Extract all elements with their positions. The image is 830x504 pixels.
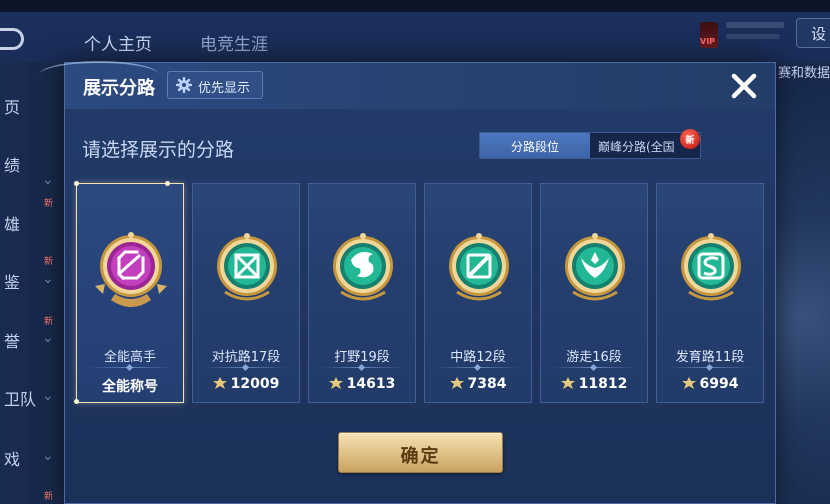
priority-display-label: 优先显示 (198, 81, 251, 96)
score-value: 7384 (467, 376, 507, 392)
divider (205, 363, 287, 372)
background-right-text: 赛和数据展 (778, 66, 830, 81)
divider (321, 363, 403, 372)
chevron-down-icon: ⌄ (42, 388, 54, 404)
jungle-icon (333, 233, 393, 301)
lane-name: 对抗路17段 (211, 350, 281, 365)
lane-score: 7384 (425, 376, 531, 392)
dialog-subtitle: 请选择展示的分路 (82, 139, 235, 161)
gear-icon (176, 77, 192, 93)
sidebar-item[interactable]: 戏 (4, 446, 20, 470)
lane-card-roam[interactable]: 游走16段 11812 (540, 183, 648, 403)
farm-lane-icon (681, 233, 741, 301)
divider (89, 363, 171, 372)
corner-dot (74, 181, 79, 186)
roam-icon (565, 233, 625, 301)
divider (553, 363, 635, 372)
lane-name: 全能高手 (103, 350, 156, 365)
new-badge: 新 (44, 317, 54, 327)
username-line (726, 22, 784, 28)
close-icon[interactable] (727, 69, 761, 103)
user-info[interactable]: VIP (700, 22, 790, 52)
lane-card-allround[interactable]: 全能高手 全能称号 (74, 181, 184, 404)
tab-lane-rank[interactable]: 分路段位 (480, 133, 590, 158)
score-value: 12009 (230, 376, 280, 392)
confirm-label: 确定 (400, 446, 441, 467)
back-icon[interactable] (0, 28, 24, 50)
score-value: 11812 (578, 376, 628, 392)
divider (669, 363, 751, 372)
new-badge: 新 (44, 257, 54, 267)
score-icon (449, 377, 464, 389)
score-icon (328, 377, 343, 389)
lane-name: 游走16段 (566, 350, 622, 365)
new-badge: 新 (44, 492, 54, 502)
lane-name: 发育路11段 (675, 350, 745, 365)
title-label: 全能称号 (102, 379, 158, 395)
lane-card-clash[interactable]: 对抗路17段 12009 (192, 183, 300, 403)
dialog-title: 展示分路 (83, 78, 155, 99)
tab-profile[interactable]: 个人主页 (84, 30, 152, 55)
lane-name: 打野19段 (334, 350, 390, 365)
lane-name: 中路12段 (450, 350, 506, 365)
lane-rank-toggle: 分路段位 巅峰分路(全国 新 (479, 129, 701, 159)
settings-button[interactable]: 设 (796, 18, 830, 48)
sidebar: 页 绩 雄 新 ⌄ 鉴 新 ⌄ 誉 新 ⌄ 卫队 戏 ⌄ ⌄ 新 (0, 62, 64, 504)
sidebar-item[interactable]: 绩 (4, 152, 20, 176)
sidebar-item[interactable]: 鉴 (4, 269, 20, 293)
corner-dot (165, 181, 170, 186)
priority-display-button[interactable]: 优先显示 (167, 71, 263, 99)
sidebar-item[interactable]: 卫队 (4, 386, 36, 410)
chevron-down-icon: ⌄ (42, 330, 54, 346)
confirm-button[interactable]: 确定 (338, 432, 503, 473)
lane-card-farm[interactable]: 发育路11段 6994 (656, 183, 764, 403)
lane-display-dialog: 展示分路 优先显示 请选择展示的分路 分路段位 巅峰分路(全国 新 全能高手 全… (39, 61, 776, 504)
score-icon (560, 377, 575, 389)
lane-score: 14613 (309, 376, 415, 392)
chevron-down-icon: ⌄ (42, 172, 54, 188)
lane-card-jungle[interactable]: 打野19段 14613 (308, 183, 416, 403)
userinfo-line (726, 34, 780, 39)
tab-esports-career[interactable]: 电竞生涯 (200, 30, 268, 55)
vip-badge: VIP (700, 37, 716, 46)
score-value: 14613 (346, 376, 396, 392)
background-top-strip (0, 0, 830, 12)
corner-dot (74, 399, 79, 404)
score-icon (681, 377, 696, 389)
lane-score: 11812 (541, 376, 647, 392)
sidebar-item[interactable]: 雄 (4, 211, 20, 235)
allround-icon (95, 232, 167, 307)
new-badge: 新 (680, 129, 700, 149)
mid-lane-icon (449, 233, 509, 301)
sidebar-item[interactable]: 誉 (4, 328, 20, 352)
chevron-down-icon: ⌄ (42, 271, 54, 287)
lane-score: 12009 (193, 376, 299, 392)
clash-lane-icon (217, 233, 277, 301)
dialog-titlebar: 展示分路 优先显示 (39, 61, 775, 109)
chevron-down-icon: ⌄ (42, 448, 54, 464)
lane-score: 6994 (657, 376, 763, 392)
sidebar-item[interactable]: 页 (4, 94, 20, 118)
divider (437, 363, 519, 372)
new-badge: 新 (44, 199, 54, 209)
score-value: 6994 (699, 376, 739, 392)
background-scene (776, 90, 830, 504)
score-icon (212, 377, 227, 389)
lane-card-mid[interactable]: 中路12段 7384 (424, 183, 532, 403)
